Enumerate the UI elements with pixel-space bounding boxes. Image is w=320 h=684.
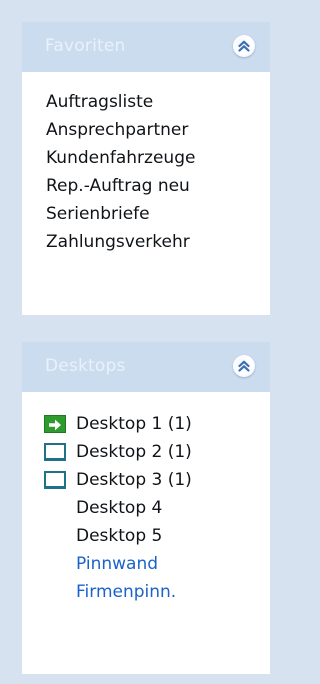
favorites-collapse-button[interactable]: [233, 35, 255, 57]
firmenpinnwand-label: Firmenpinn.: [76, 582, 177, 602]
desktop-item-label: Desktop 2 (1): [76, 442, 192, 462]
desktop-item-1[interactable]: Desktop 1 (1): [44, 412, 192, 436]
desktops-collapse-button[interactable]: [233, 355, 255, 377]
desktops-panel-header[interactable]: Desktops: [22, 342, 270, 392]
favorites-panel: Favoriten Auftragsliste Ansprechpartner …: [22, 22, 270, 315]
green-arrow-icon: [44, 415, 66, 433]
desktop-item-label: Desktop 5: [76, 526, 163, 546]
desktops-panel-title: Desktops: [45, 356, 126, 376]
favorites-panel-header[interactable]: Favoriten: [22, 22, 270, 72]
double-chevron-up-icon: [238, 40, 250, 52]
pinnwand-link[interactable]: Pinnwand: [44, 552, 158, 576]
pinnwand-label: Pinnwand: [76, 554, 159, 574]
desktop-item-4[interactable]: Desktop 4: [44, 496, 162, 520]
favorite-item-rep-auftrag-neu[interactable]: Rep.-Auftrag neu: [46, 176, 190, 196]
double-chevron-up-icon: [238, 360, 250, 372]
desktop-item-3[interactable]: Desktop 3 (1): [44, 468, 192, 492]
desktop-item-label: Desktop 4: [76, 498, 163, 518]
favorite-item-kundenfahrzeuge[interactable]: Kundenfahrzeuge: [46, 148, 195, 168]
desktop-item-label: Desktop 3 (1): [76, 470, 192, 490]
favorite-item-auftragsliste[interactable]: Auftragsliste: [46, 92, 153, 112]
favorite-item-serienbriefe[interactable]: Serienbriefe: [46, 204, 150, 224]
favorite-item-ansprechpartner[interactable]: Ansprechpartner: [46, 120, 188, 140]
desktop-item-5[interactable]: Desktop 5: [44, 524, 162, 548]
monitor-icon: [44, 443, 66, 461]
monitor-icon: [44, 471, 66, 489]
desktop-item-2[interactable]: Desktop 2 (1): [44, 440, 192, 464]
desktops-panel: Desktops Desktop 1 (1) Desktop 2 (1) Des…: [22, 342, 270, 674]
firmenpinnwand-link[interactable]: Firmenpinn.: [44, 580, 176, 604]
desktop-item-label: Desktop 1 (1): [76, 414, 192, 434]
favorites-panel-title: Favoriten: [45, 36, 126, 56]
favorite-item-zahlungsverkehr[interactable]: Zahlungsverkehr: [46, 232, 190, 252]
